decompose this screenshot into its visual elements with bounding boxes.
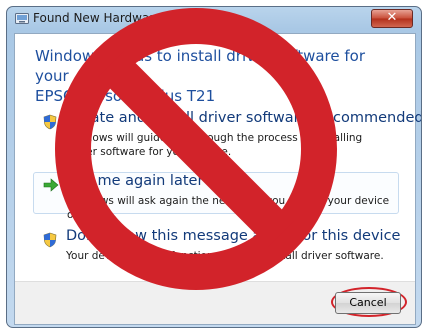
- dialog-footer: Cancel: [15, 281, 415, 324]
- option-description: Windows will guide you through the proce…: [66, 132, 363, 158]
- dialog-content: Windows needs to install driver software…: [14, 33, 421, 325]
- found-new-hardware-dialog: Found New Hardware ✕ Windows needs to in…: [6, 6, 422, 328]
- option-title: Don't show this message again for this d…: [66, 228, 401, 244]
- option-locate-install[interactable]: Locate and install driver software (reco…: [33, 110, 421, 158]
- green-arrow-icon: [43, 178, 59, 192]
- close-button[interactable]: ✕: [371, 9, 413, 28]
- option-description: Windows will ask again the next time you…: [67, 195, 390, 221]
- heading-line-2: EPSONEpson Stylus T21: [35, 87, 216, 105]
- window-title: Found New Hardware: [33, 11, 162, 25]
- heading-line-1: Windows needs to install driver software…: [35, 47, 365, 85]
- shield-icon: [43, 232, 57, 248]
- shield-icon: [43, 114, 57, 130]
- option-ask-later[interactable]: Ask me again later Windows will ask agai…: [33, 172, 399, 221]
- option-title: Locate and install driver software (reco…: [66, 110, 422, 126]
- option-description: Your device will not function until you …: [66, 250, 384, 262]
- hardware-app-icon: [15, 13, 29, 24]
- title-bar[interactable]: Found New Hardware ✕: [7, 7, 421, 31]
- option-dont-show-again[interactable]: Don't show this message again for this d…: [33, 228, 401, 270]
- dialog-heading: Windows needs to install driver software…: [35, 46, 385, 106]
- close-icon: ✕: [386, 10, 398, 25]
- cancel-button[interactable]: Cancel: [335, 292, 401, 314]
- option-title: Ask me again later: [67, 173, 204, 189]
